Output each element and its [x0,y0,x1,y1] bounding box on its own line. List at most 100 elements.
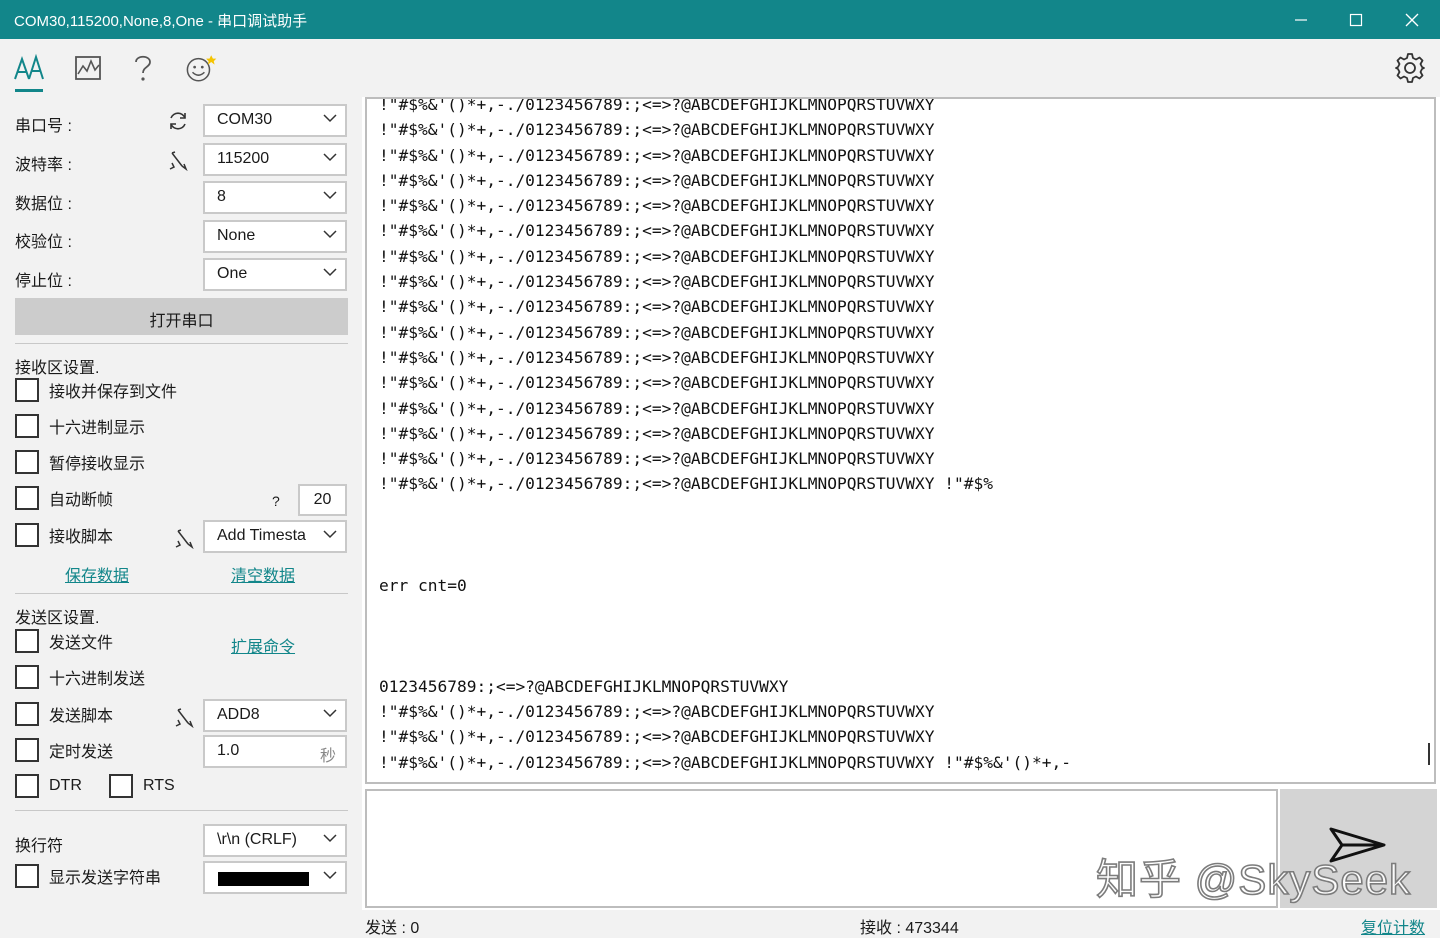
checkbox-box[interactable] [15,738,39,762]
receive-line: !"#$%&'()*+,-./0123456789:;<=>?@ABCDEFGH… [379,702,935,722]
receive-script-select[interactable]: Add Timesta [203,520,347,553]
active-tab-indicator [15,89,43,92]
pen-icon[interactable] [167,149,189,171]
newline-select[interactable]: \r\n (CRLF) [203,824,347,857]
receive-line: !"#$%&'()*+,-./0123456789:;<=>?@ABCDEFGH… [379,221,935,241]
chevron-down-icon [323,834,337,843]
checkbox-box[interactable] [15,774,39,798]
checkbox-box[interactable] [15,414,39,438]
text-font-icon[interactable] [12,51,46,85]
timed-interval-input[interactable]: 1.0 秒 [203,735,347,768]
timed-unit: 秒 [319,748,336,765]
rts-checkbox[interactable]: RTS [109,773,175,799]
hex-send-checkbox[interactable]: 十六进制发送 [15,664,145,690]
auto-frame-checkbox[interactable]: 自动断帧 [15,485,113,511]
parity-select[interactable]: None [203,220,347,253]
receive-line: !"#$%&'()*+,-./0123456789:;<=>?@ABCDEFGH… [379,145,935,165]
databits-select[interactable]: 8 [203,181,347,214]
send-script-checkbox[interactable]: 发送脚本 [15,701,113,727]
refresh-icon[interactable] [167,110,189,132]
receive-line [379,623,1071,648]
receive-line: err cnt=0 [379,575,467,595]
checkbox-box[interactable] [109,774,133,798]
parity-label: 校验位 : [15,234,72,251]
auto-frame-help[interactable]: ? [272,493,280,509]
send-settings-title: 发送区设置. [15,610,100,627]
receive-line: !"#$%&'()*+,-./0123456789:;<=>?@ABCDEFGH… [379,398,935,418]
receive-line: !"#$%&'()*+,-./0123456789:;<=>?@ABCDEFGH… [379,449,935,469]
extend-command-link[interactable]: 扩展命令 [231,633,295,657]
close-button[interactable] [1384,0,1440,39]
checkbox-box[interactable] [15,450,39,474]
timed-send-checkbox[interactable]: 定时发送 [15,737,113,763]
receive-line: !"#$%&'()*+,-./0123456789:;<=>?@ABCDEFGH… [379,170,935,190]
save-to-file-checkbox[interactable]: 接收并保存到文件 [15,377,177,403]
receive-line [379,547,1071,572]
hex-send-label: 十六进制发送 [49,671,146,688]
baud-select[interactable]: 115200 [203,143,347,176]
send-script-select[interactable]: ADD8 [203,699,347,732]
help-icon[interactable] [126,51,160,85]
maximize-button[interactable] [1328,0,1384,39]
parity-value: None [217,227,256,244]
gear-icon[interactable] [1393,51,1427,85]
checkbox-box[interactable] [15,378,39,402]
receive-line: !"#$%&'()*+,-./0123456789:;<=>?@ABCDEFGH… [379,373,935,393]
show-send-string-checkbox[interactable]: 显示发送字符串 [15,863,161,889]
send-file-label: 发送文件 [49,635,114,652]
checkbox-box[interactable] [15,864,39,888]
receive-line: !"#$%&'()*+,-./0123456789:;<=>?@ABCDEFGH… [379,347,935,367]
receive-text-area[interactable]: !"#$%&'()*+,-./0123456789:;<=>?@ABCDEFGH… [365,97,1436,784]
pause-display-checkbox[interactable]: 暂停接收显示 [15,449,145,475]
receive-script-value: Add Timesta [217,527,306,544]
open-port-button[interactable]: 打开串口 [15,298,348,335]
toolbar [0,39,1440,97]
color-select[interactable] [203,861,347,894]
dtr-checkbox[interactable]: DTR [15,773,82,799]
rts-label: RTS [143,777,175,794]
minimize-button[interactable] [1273,0,1329,39]
timed-value: 1.0 [217,742,240,759]
checkbox-box[interactable] [15,486,39,510]
pen-icon[interactable] [173,527,195,549]
smiley-icon[interactable] [184,51,218,85]
chart-icon[interactable] [71,51,105,85]
checkbox-box[interactable] [15,629,39,653]
chevron-down-icon [323,153,337,162]
clear-data-link[interactable]: 清空数据 [231,562,295,586]
baud-value: 115200 [217,150,270,167]
auto-frame-input[interactable]: 20 [298,484,347,516]
baud-label: 波特率 : [15,157,72,174]
minimize-icon [1295,18,1307,21]
receive-line: !"#$%&'()*+,-./0123456789:;<=>?@ABCDEFGH… [379,423,935,443]
receive-settings-title: 接收区设置. [15,360,100,377]
port-select[interactable]: COM30 [203,104,347,137]
show-send-string-label: 显示发送字符串 [49,870,162,887]
stopbits-select[interactable]: One [203,258,347,291]
hex-display-checkbox[interactable]: 十六进制显示 [15,413,145,439]
send-file-checkbox[interactable]: 发送文件 [15,628,113,654]
receive-line: !"#$%&'()*+,-./0123456789:;<=>?@ABCDEFGH… [379,752,1071,772]
sent-count: 发送 : 0 [365,920,420,937]
window-title: COM30,115200,None,8,One - 串口调试助手 [14,13,308,30]
divider [15,343,348,344]
checkbox-box[interactable] [15,523,39,547]
chevron-down-icon [323,191,337,200]
checkbox-box[interactable] [15,665,39,689]
pen-icon[interactable] [173,706,195,728]
save-data-link[interactable]: 保存数据 [65,562,129,586]
title-bar: COM30,115200,None,8,One - 串口调试助手 [0,0,1440,39]
receive-line [379,649,1071,674]
receive-script-checkbox[interactable]: 接收脚本 [15,522,113,548]
receive-line: !"#$%&'()*+,-./0123456789:;<=>?@ABCDEFGH… [379,272,935,292]
receive-line [379,497,1071,522]
checkbox-box[interactable] [15,702,39,726]
save-to-file-label: 接收并保存到文件 [49,384,178,401]
pause-display-label: 暂停接收显示 [49,456,146,473]
reset-count-link[interactable]: 复位计数 [1361,914,1425,938]
receive-line: !"#$%&'()*+,-./0123456789:;<=>?@ABCDEFGH… [379,97,935,114]
receive-script-label: 接收脚本 [49,529,114,546]
receive-line [379,522,1071,547]
receive-line: !"#$%&'()*+,-./0123456789:;<=>?@ABCDEFGH… [379,322,935,342]
send-script-label: 发送脚本 [49,708,114,725]
